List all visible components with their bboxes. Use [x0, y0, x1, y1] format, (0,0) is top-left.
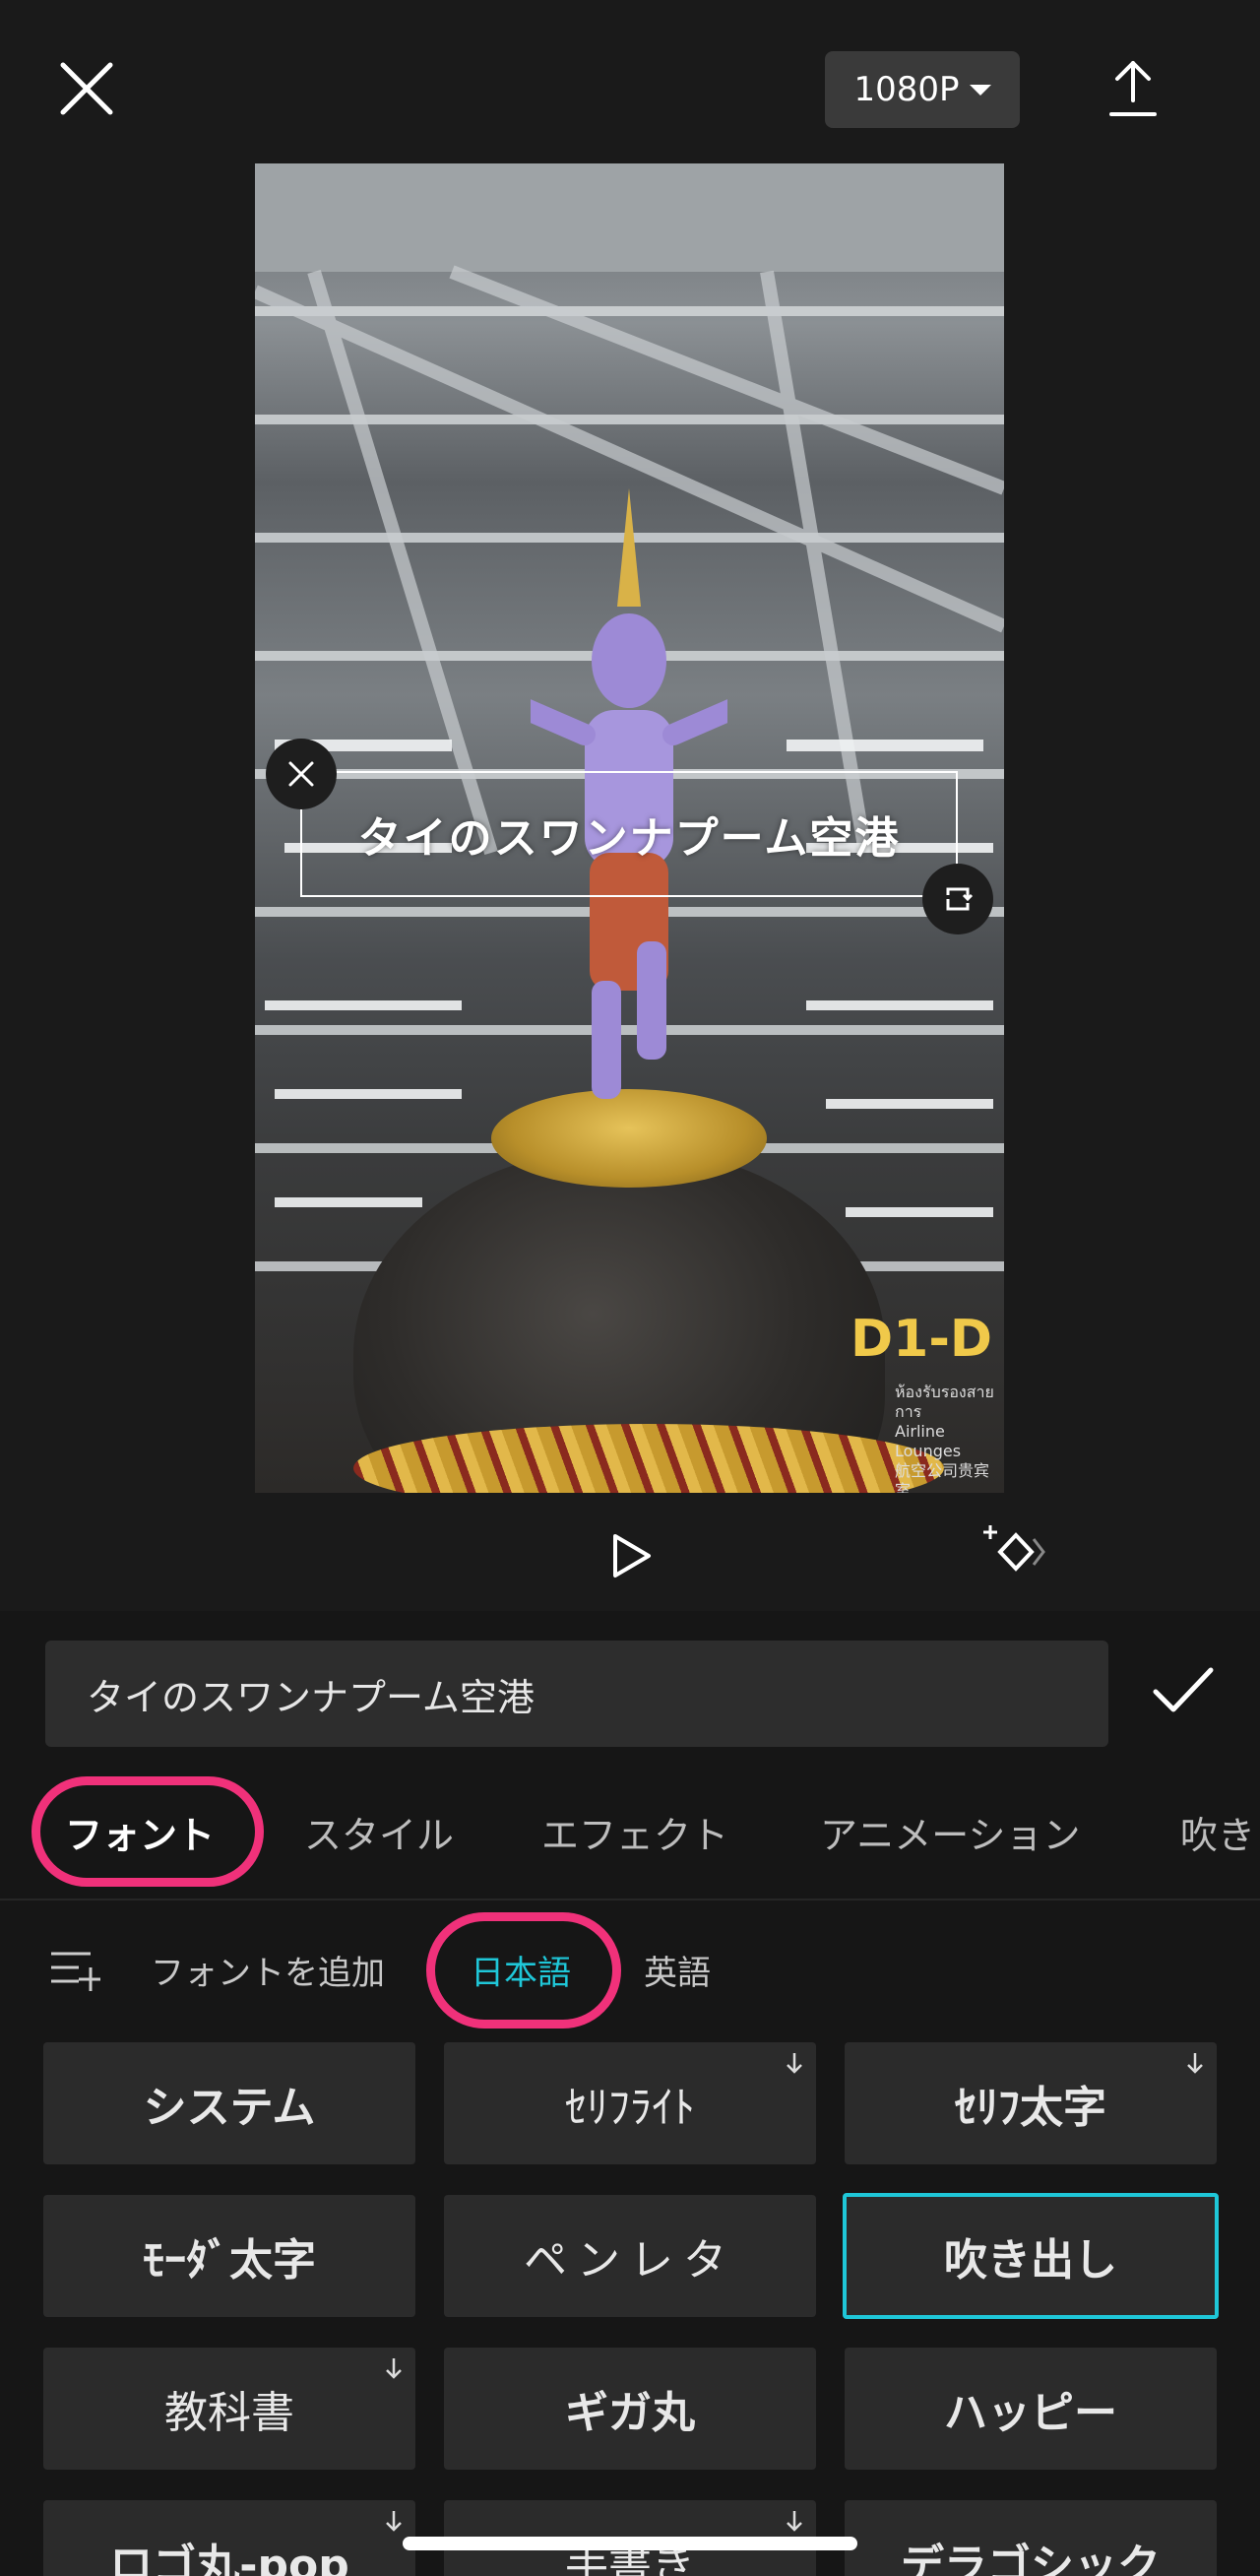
- tab-speech-bubble[interactable]: 吹き: [1180, 1782, 1255, 1881]
- export-button[interactable]: [1107, 59, 1159, 118]
- gate-sign: D1-D: [850, 1310, 993, 1369]
- font-card-system[interactable]: システム: [43, 2042, 415, 2164]
- list-add-icon: [51, 1952, 100, 1991]
- download-icon: [787, 2053, 802, 2074]
- close-button[interactable]: [57, 59, 116, 118]
- play-button[interactable]: [607, 1531, 657, 1580]
- upload-icon: [1109, 61, 1157, 116]
- download-icon: [386, 2511, 402, 2532]
- font-subbar: フォントを追加 日本語 英語: [0, 1925, 1260, 2014]
- close-icon: [288, 761, 314, 787]
- text-input-value: タイのスワンナプーム空港: [87, 1675, 535, 1719]
- font-card-happy[interactable]: ハッピー: [845, 2348, 1217, 2470]
- caret-down-icon: [969, 84, 991, 96]
- text-overlay-box[interactable]: タイのスワンナプーム空港: [300, 771, 958, 897]
- font-card-serif-bold[interactable]: ｾﾘﾌ太字: [845, 2042, 1217, 2164]
- download-icon: [787, 2511, 802, 2532]
- resolution-label: 1080P: [853, 70, 960, 109]
- rotate-scale-handle[interactable]: [922, 864, 993, 934]
- delete-text-button[interactable]: [266, 739, 337, 809]
- close-icon: [60, 62, 113, 115]
- download-icon: [386, 2358, 402, 2379]
- keyframe-icon: [983, 1525, 1045, 1572]
- tab-animation[interactable]: アニメーション: [820, 1782, 1080, 1881]
- category-english[interactable]: 英語: [644, 1925, 711, 2014]
- tab-style[interactable]: スタイル: [304, 1782, 454, 1881]
- keyframe-button[interactable]: [982, 1521, 1049, 1582]
- font-card-dela-gothic[interactable]: デラゴシック: [845, 2500, 1217, 2576]
- highlight-ring: [32, 1776, 264, 1887]
- font-list-manage-button[interactable]: [49, 1925, 100, 2014]
- font-card-speech-bubble[interactable]: 吹き出し: [843, 2193, 1219, 2319]
- rotate-icon: [946, 887, 974, 911]
- font-card-giga-maru[interactable]: ギガ丸: [444, 2348, 816, 2470]
- text-input-field[interactable]: タイのスワンナプーム空港: [45, 1641, 1108, 1747]
- font-card-textbook[interactable]: 教科書: [43, 2348, 415, 2470]
- play-icon: [613, 1534, 651, 1578]
- tab-effect[interactable]: エフェクト: [541, 1782, 728, 1881]
- overlay-text: タイのスワンナプーム空港: [357, 813, 901, 864]
- font-card-logo-maru-pop[interactable]: ロゴ丸-pop: [43, 2500, 415, 2576]
- home-indicator: [403, 2537, 857, 2550]
- add-font-link[interactable]: フォントを追加: [151, 1925, 385, 2014]
- font-card-modern-bold[interactable]: ﾓｰﾀﾞ太字: [43, 2195, 415, 2317]
- download-icon: [1187, 2053, 1203, 2074]
- resolution-dropdown[interactable]: 1080P: [825, 51, 1020, 128]
- checkmark-icon: [1153, 1667, 1214, 1712]
- divider: [0, 1899, 1260, 1900]
- font-card-pen-letter[interactable]: ペンレタ: [444, 2195, 816, 2317]
- font-card-serif-light[interactable]: ｾﾘﾌﾗｲﾄ: [444, 2042, 816, 2164]
- gate-subtext: ห้องรับรองสายการ Airline Lounges 航空公司贵宾室: [895, 1383, 994, 1493]
- highlight-ring: [426, 1912, 621, 2029]
- confirm-button[interactable]: [1152, 1664, 1215, 1719]
